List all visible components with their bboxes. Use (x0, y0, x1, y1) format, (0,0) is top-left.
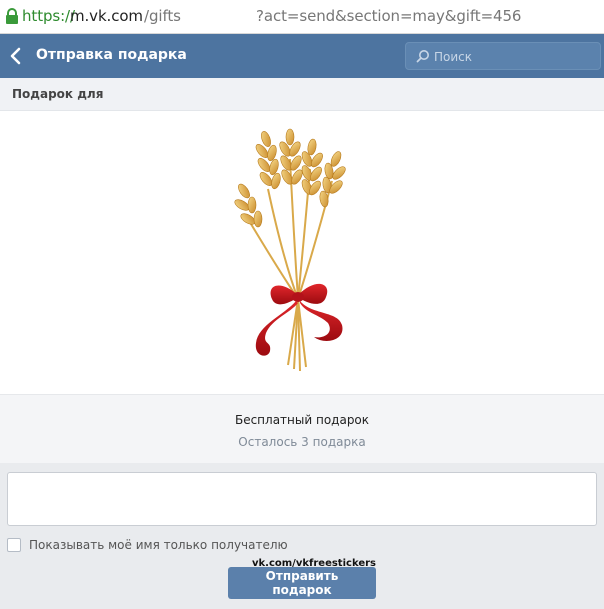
privacy-checkbox[interactable] (7, 538, 21, 552)
back-arrow-icon[interactable] (8, 46, 24, 66)
search-icon (416, 50, 429, 63)
send-form: Показывать моё имя только получателю vk.… (0, 463, 604, 609)
gift-remaining: Осталось 3 подарка (238, 435, 366, 449)
gift-preview (0, 111, 604, 394)
gift-title: Бесплатный подарок (234, 413, 370, 427)
privacy-checkbox-label[interactable]: Показывать моё имя только получателю (29, 538, 288, 552)
gift-info-panel: Бесплатный подарок Осталось 3 подарка (0, 394, 604, 463)
recipient-section-header: Подарок для (0, 78, 604, 111)
search-input[interactable] (432, 46, 600, 68)
wheat-bundle-image (234, 128, 346, 372)
send-gift-button[interactable]: Отправить подарок (228, 567, 376, 599)
url-host: m.vk.com (70, 7, 143, 25)
search-box[interactable] (405, 42, 601, 70)
message-textarea[interactable] (7, 472, 597, 526)
page-title: Отправка подарка (36, 47, 187, 63)
url-path: /gifts (144, 7, 181, 25)
url-scheme: https:// (22, 7, 75, 25)
browser-address-bar[interactable]: https:// m.vk.com /gifts ?act=send&secti… (0, 0, 604, 34)
page-header: Отправка подарка (0, 34, 604, 78)
url-query: ?act=send&section=may&gift=456 (256, 7, 522, 25)
recipient-label: Подарок для (12, 87, 104, 101)
lock-icon (6, 8, 18, 24)
